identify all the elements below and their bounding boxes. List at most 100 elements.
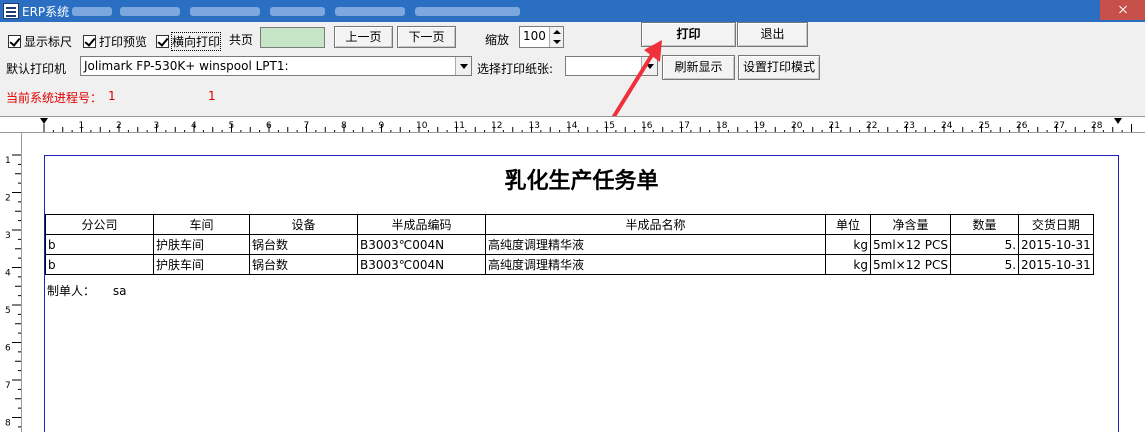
spin-down-icon[interactable] [553,40,561,44]
document-maker: 制单人： sa [47,282,126,299]
table-cell: 护肤车间 [153,234,250,255]
table-cell: 2015-10-31 [1018,254,1094,275]
maker-value: sa [112,284,127,298]
process-id-label: 当前系统进程号： [6,91,103,105]
task-table: 分公司 车间 设备 半成品编码 半成品名称 单位 净含量 数量 交货日期 b 护… [45,214,1094,275]
ruler-number: 17 [679,121,690,131]
checkbox-check-icon [156,34,169,48]
table-header-row: 分公司 车间 设备 半成品编码 半成品名称 单位 净含量 数量 交货日期 [45,214,1094,235]
ruler-number: 2 [116,121,122,131]
ruler-number: 18 [716,121,728,131]
table-header: 交货日期 [1018,214,1094,235]
ruler-number: 7 [5,381,11,391]
close-window-button[interactable] [1100,0,1145,20]
ruler-number: 6 [5,344,11,354]
ruler-number: 19 [754,121,766,131]
ruler-number: 3 [5,231,11,241]
table-cell: 5ml×12 PCS [869,254,952,275]
ruler-number: 1 [5,156,11,166]
blurred-title-segment [415,7,520,16]
zoom-spin-buttons[interactable] [549,27,563,47]
show-ruler-label: 显示标尺 [24,34,73,49]
title-bar: ERP系统 [0,0,1145,22]
table-cell: 锅台数 [249,254,358,275]
ruler-marker-icon [40,118,48,124]
window-title: ERP系统 [22,5,70,19]
horizontal-ruler: 1 2 3 4 5 6 7 8 9 10 11 12 13 14 15 16 17 18 19 20 21 22 23 24 2… [0,116,1145,133]
ruler-number: 10 [416,121,428,131]
table-header: 分公司 [45,214,154,235]
exit-button[interactable]: 退出 [737,22,808,47]
table-cell: 护肤车间 [153,254,250,275]
ruler-number: 5 [5,306,11,316]
ruler-number: 6 [266,121,272,131]
total-pages-label: 共页 [229,33,254,47]
ruler-number: 27 [1054,121,1065,131]
table-header: 净含量 [869,214,952,235]
ruler-number: 5 [229,121,235,131]
table-cell: kg [825,234,871,255]
default-printer-label: 默认打印机 [6,62,67,76]
refresh-display-button[interactable]: 刷新显示 [662,55,735,80]
ruler-number: 15 [604,121,615,131]
ruler-number: 25 [979,121,990,131]
default-printer-select[interactable]: Jolimark FP-530K+ winspool LPT1: [80,56,472,76]
table-cell: b [45,234,154,255]
process-id-value-2: 1 [208,89,216,103]
zoom-label: 缩放 [485,33,510,47]
table-cell: B3003℃004N [357,234,486,255]
print-preview-label: 打印预览 [99,34,148,49]
ruler-number: 21 [829,121,840,131]
spin-up-icon[interactable] [553,30,561,34]
ruler-number: 8 [341,121,347,131]
vertical-ruler: 1 2 3 4 5 6 7 8 [0,133,22,432]
ruler-number: 2 [5,194,11,204]
default-printer-value: Jolimark FP-530K+ winspool LPT1: [84,59,289,73]
blurred-title-segment [190,7,260,16]
maker-label: 制单人： [47,284,96,298]
ruler-number: 28 [1091,121,1103,131]
prev-page-button[interactable]: 上一页 [334,26,393,48]
show-ruler-checkbox[interactable]: 显示标尺 [8,33,72,49]
table-cell: B3003℃004N [357,254,486,275]
ruler-number: 22 [866,121,877,131]
document-title: 乳化生产任务单 [504,168,659,194]
ruler-number: 24 [941,121,953,131]
table-cell: 高纯度调理精华液 [485,234,826,255]
ruler-number: 4 [191,121,197,131]
ruler-number: 4 [5,269,11,279]
total-pages-field [260,27,325,48]
table-header: 半成品名称 [485,214,826,235]
ruler-number: 20 [791,121,803,131]
landscape-print-checkbox[interactable]: 横向打印 [156,31,222,51]
ruler-number: 23 [904,121,915,131]
table-row: b 护肤车间 锅台数 B3003℃004N 高纯度调理精华液 kg 5ml×12… [45,234,1094,255]
zoom-value: 100 [523,29,546,43]
zoom-spinner[interactable]: 100 [519,26,564,48]
blurred-title-segment [270,7,325,16]
table-cell: 高纯度调理精华液 [485,254,826,275]
ruler-number: 26 [1016,121,1028,131]
print-preview-checkbox[interactable]: 打印预览 [83,33,147,49]
table-header: 车间 [153,214,250,235]
blurred-title-segment [120,7,180,16]
blurred-title-segment [335,7,405,16]
blurred-title-segment [72,7,112,16]
ruler-number: 12 [491,121,502,131]
next-page-button[interactable]: 下一页 [397,26,456,48]
set-print-mode-button[interactable]: 设置打印模式 [738,55,820,80]
page-border [44,155,1119,432]
table-cell: kg [825,254,871,275]
chevron-down-icon[interactable] [455,57,471,75]
process-id-value: 1 [108,89,116,103]
table-cell: b [45,254,154,275]
ruler-number: 7 [304,121,310,131]
checkbox-check-icon [83,34,96,48]
checkbox-check-icon [8,34,21,48]
table-cell: 5. [950,234,1020,255]
table-header: 设备 [249,214,358,235]
ruler-number: 8 [5,419,11,429]
ruler-number: 14 [566,121,578,131]
table-header: 半成品编码 [357,214,486,235]
ruler-number: 3 [154,121,160,131]
